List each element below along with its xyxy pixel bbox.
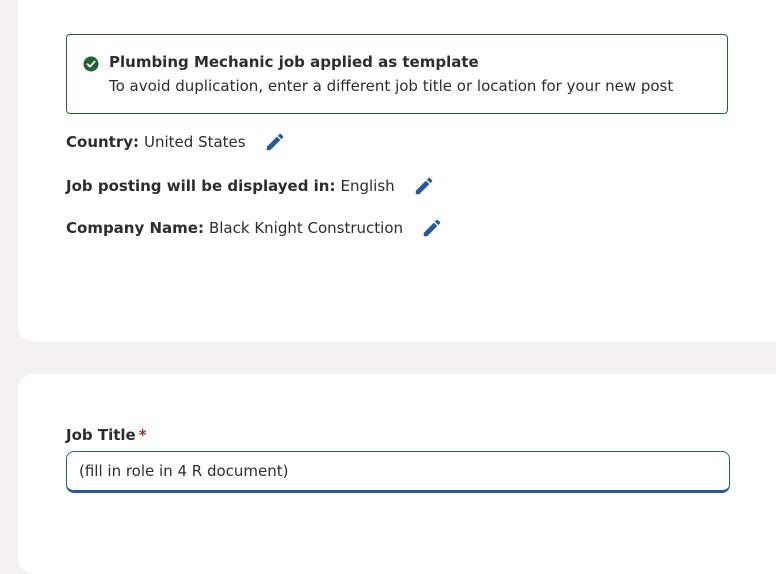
job-details-card: Plumbing Mechanic job applied as templat… — [18, 0, 776, 342]
job-title-card: Job Title * — [18, 374, 776, 574]
country-label: Country: — [66, 133, 140, 151]
alert-message: To avoid duplication, enter a different … — [109, 77, 674, 95]
language-value: English — [340, 177, 395, 195]
company-row: Company Name: Black Knight Construction — [66, 217, 443, 239]
required-marker: * — [138, 426, 147, 444]
edit-country-pencil-icon[interactable] — [264, 131, 286, 153]
job-title-label-text: Job Title — [66, 426, 136, 444]
edit-company-pencil-icon[interactable] — [421, 217, 443, 239]
alert-title: Plumbing Mechanic job applied as templat… — [109, 53, 479, 71]
language-label: Job posting will be displayed in: — [66, 177, 336, 195]
job-title-label: Job Title * — [66, 426, 147, 444]
template-applied-alert: Plumbing Mechanic job applied as templat… — [66, 34, 728, 114]
edit-language-pencil-icon[interactable] — [413, 175, 435, 197]
job-title-input[interactable] — [66, 451, 730, 493]
country-row: Country: United States — [66, 131, 286, 153]
company-label: Company Name: — [66, 219, 204, 237]
company-value: Black Knight Construction — [208, 219, 404, 237]
language-row: Job posting will be displayed in: Englis… — [66, 175, 435, 197]
check-circle-icon — [83, 56, 99, 72]
country-value: United States — [144, 133, 246, 151]
